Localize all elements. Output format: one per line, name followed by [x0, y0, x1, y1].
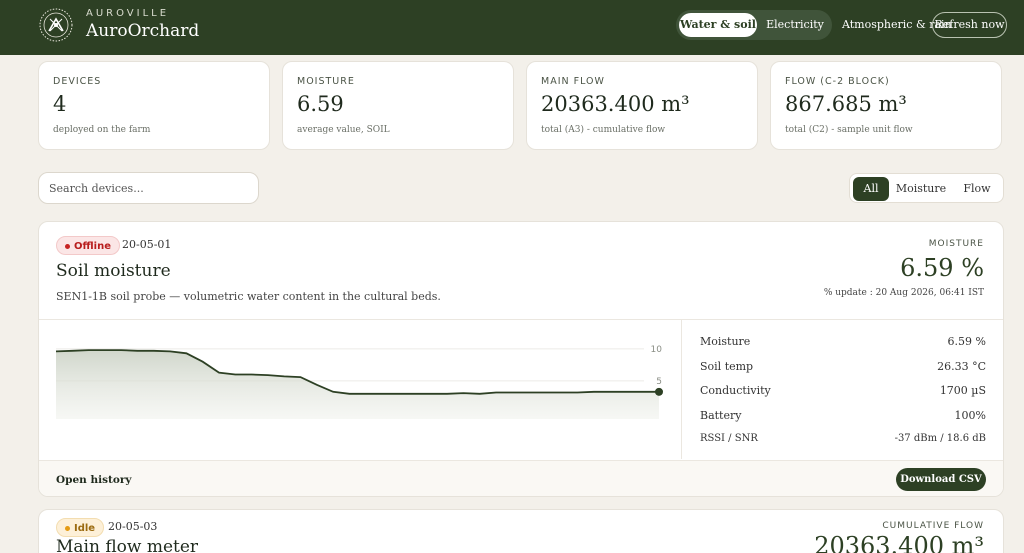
- stat-value: 4: [53, 92, 67, 116]
- stat-value: 867.685 m³: [785, 92, 907, 116]
- reading-row: Moisture 6.59 %: [700, 332, 986, 357]
- search-input[interactable]: [38, 172, 259, 204]
- divider: [681, 319, 682, 459]
- chart-last-point: [655, 387, 663, 396]
- reading-value: 1700 µS: [939, 384, 986, 397]
- stat-label: FLOW (C-2 BLOCK): [785, 76, 890, 87]
- stat-caption: total (A3) - cumulative flow: [541, 125, 666, 135]
- category-switch: Water & soil Electricity: [676, 10, 832, 40]
- stat-card-devices: DEVICES 4 deployed on the farm: [38, 61, 270, 150]
- reading-label: Moisture: [700, 335, 751, 348]
- metric-label: CUMULATIVE FLOW: [882, 521, 984, 531]
- last-update: % update : 20 Aug 2026, 06:41 IST: [823, 288, 984, 298]
- refresh-button[interactable]: Refresh now: [932, 12, 1007, 38]
- reading-value: 6.59 %: [947, 335, 986, 348]
- reading-row: RSSI / SNR -37 dBm / 18.6 dB: [700, 430, 986, 455]
- reading-label: RSSI / SNR: [700, 433, 758, 444]
- filter-all[interactable]: All: [853, 177, 889, 201]
- auroville-logo-icon: [39, 8, 73, 42]
- app-title: AuroOrchard: [86, 21, 200, 41]
- chart-area: [56, 350, 659, 419]
- metric-value: 6.59 %: [900, 254, 984, 282]
- stat-label: MAIN FLOW: [541, 76, 605, 87]
- stat-value: 20363.400 m³: [541, 92, 690, 116]
- card-footer: Open history Download CSV: [39, 460, 1003, 496]
- stat-value: 6.59: [297, 92, 344, 116]
- reading-label: Soil temp: [700, 359, 754, 373]
- tab-electricity[interactable]: Electricity: [760, 13, 830, 37]
- device-card-main-flow: Idle 20-05-03 Main flow meter CUMULATIVE…: [38, 509, 1004, 553]
- top-bar: AUROVILLE AuroOrchard Water & soil Elect…: [0, 0, 1024, 55]
- device-card-soil-moisture: Offline 20-05-01 Soil moisture SEN1-1B s…: [38, 221, 1004, 497]
- reading-value: 26.33 °C: [937, 359, 986, 373]
- status-badge: Idle: [56, 518, 105, 537]
- reading-label: Battery: [700, 408, 742, 422]
- filter-moisture[interactable]: Moisture: [892, 177, 950, 201]
- stat-card-main-flow: MAIN FLOW 20363.400 m³ total (A3) - cumu…: [526, 61, 758, 150]
- stat-card-flow-c2: FLOW (C-2 BLOCK) 867.685 m³ total (C2) -…: [770, 61, 1002, 150]
- device-title: Soil moisture: [56, 261, 171, 281]
- reading-row: Battery 100%: [700, 406, 986, 431]
- brand-tagline: AUROVILLE: [86, 8, 170, 19]
- stat-caption: total (C2) - sample unit flow: [785, 125, 913, 135]
- metric-label: MOISTURE: [928, 239, 984, 249]
- reading-value: 100%: [954, 408, 986, 422]
- stat-card-moisture: MOISTURE 6.59 average value, SOIL: [282, 61, 514, 150]
- filter-flow[interactable]: Flow: [954, 177, 1000, 201]
- device-id: 20-05-01: [122, 238, 172, 251]
- reading-row: Conductivity 1700 µS: [700, 381, 986, 406]
- device-id: 20-05-03: [108, 520, 158, 533]
- metric-value: 20363.400 m³: [814, 532, 984, 553]
- download-csv-button[interactable]: Download CSV: [896, 468, 986, 491]
- stat-label: DEVICES: [53, 76, 102, 87]
- stat-caption: average value, SOIL: [297, 125, 390, 135]
- reading-value: -37 dBm / 18.6 dB: [894, 433, 986, 444]
- y-tick-label: 10: [651, 345, 663, 355]
- device-description: SEN1-1B soil probe — volumetric water co…: [56, 290, 441, 303]
- readings-list: Moisture 6.59 % Soil temp 26.33 °C Condu…: [700, 332, 986, 455]
- open-history-link[interactable]: Open history: [56, 474, 131, 486]
- moisture-chart: 10 5: [55, 345, 663, 419]
- status-badge: Offline: [56, 236, 120, 255]
- device-title: Main flow meter: [56, 537, 199, 553]
- y-tick-label: 5: [656, 377, 662, 387]
- stat-label: MOISTURE: [297, 76, 355, 87]
- tab-water-soil[interactable]: Water & soil: [679, 13, 757, 37]
- divider: [39, 319, 1003, 320]
- device-filter: All Moisture Flow: [849, 173, 1004, 203]
- stat-caption: deployed on the farm: [53, 125, 151, 135]
- reading-label: Conductivity: [700, 384, 771, 397]
- reading-row: Soil temp 26.33 °C: [700, 357, 986, 382]
